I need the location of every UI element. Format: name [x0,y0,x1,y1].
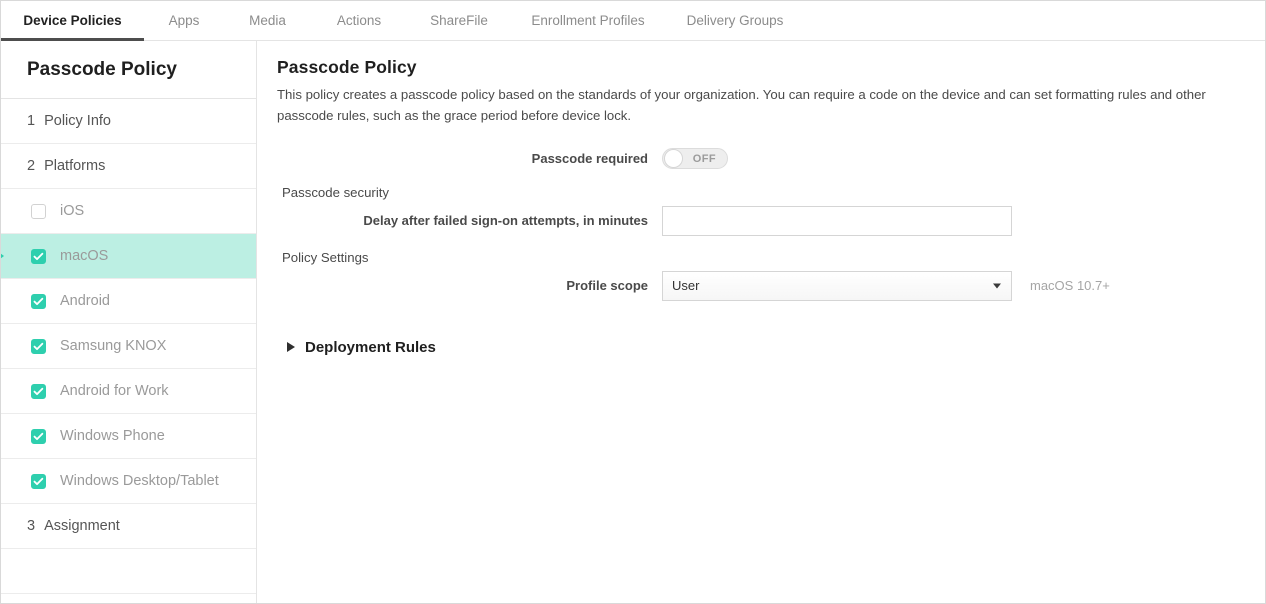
deployment-rules-label: Deployment Rules [305,339,436,356]
profile-scope-label: Profile scope [277,278,662,293]
delay-input[interactable] [662,206,1012,236]
sidebar-platform-ios[interactable]: iOS [1,189,256,234]
sidebar-platform-samsung-knox[interactable]: Samsung KNOX [1,324,256,369]
delay-field-label: Delay after failed sign-on attempts, in … [277,213,662,228]
page-title: Passcode Policy [277,57,1251,78]
main-panel: Passcode Policy This policy creates a pa… [257,41,1265,604]
sidebar-platform-android-for-work[interactable]: Android for Work [1,369,256,414]
tab-delivery-groups[interactable]: Delivery Groups [665,1,805,40]
top-tab-bar: Device PoliciesAppsMediaActionsShareFile… [1,1,1265,41]
profile-scope-hint: macOS 10.7+ [1030,278,1110,293]
tab-enrollment-profiles[interactable]: Enrollment Profiles [511,1,665,40]
delay-field-row: Delay after failed sign-on attempts, in … [277,206,1251,236]
tab-device-policies[interactable]: Device Policies [1,1,144,40]
policy-editor-window: Device PoliciesAppsMediaActionsShareFile… [0,0,1266,604]
step-label: Assignment [44,518,120,534]
sidebar-platform-macos[interactable]: macOS [1,234,256,279]
step-label: Platforms [44,158,105,174]
sidebar-spacer-row [1,549,256,594]
policy-sidebar: Passcode Policy 1 Policy Info 2 Platforms iO… [1,41,257,604]
deployment-rules-toggle[interactable]: Deployment Rules [287,339,487,356]
policy-settings-heading: Policy Settings [282,250,1251,265]
checkbox-checked-icon[interactable] [31,429,46,444]
tab-sharefile[interactable]: ShareFile [407,1,511,40]
platform-label: Android [60,293,110,309]
sidebar-step-platforms[interactable]: 2 Platforms [1,144,256,189]
passcode-required-toggle[interactable]: OFF [662,148,728,169]
checkbox-checked-icon[interactable] [31,339,46,354]
content-area: Passcode Policy 1 Policy Info 2 Platforms iO… [1,41,1265,604]
tab-media[interactable]: Media [224,1,311,40]
page-description: This policy creates a passcode policy ba… [277,84,1251,127]
checkbox-checked-icon[interactable] [31,474,46,489]
platform-label: Windows Desktop/Tablet [60,473,219,489]
toggle-knob [664,149,683,168]
platform-label: Windows Phone [60,428,165,444]
checkbox-checked-icon[interactable] [31,384,46,399]
sidebar-nav-list: 1 Policy Info 2 Platforms iOS macOS Android Sam… [1,99,256,594]
checkbox-checked-icon[interactable] [31,249,46,264]
step-label: Policy Info [44,113,111,129]
sidebar-step-assignment[interactable]: 3 Assignment [1,504,256,549]
step-number: 3 [27,518,35,534]
checkbox-checked-icon[interactable] [31,294,46,309]
sidebar-platform-windows-desktop-tablet[interactable]: Windows Desktop/Tablet [1,459,256,504]
passcode-required-row: Passcode required OFF [277,141,1251,177]
sidebar-title: Passcode Policy [1,41,256,99]
platform-label: iOS [60,203,84,219]
profile-scope-select[interactable]: User [662,271,1012,301]
profile-scope-select-wrap: User [662,271,1012,301]
step-number: 2 [27,158,35,174]
passcode-required-label: Passcode required [277,151,662,166]
platform-label: Android for Work [60,383,169,399]
sidebar-platform-android[interactable]: Android [1,279,256,324]
platform-label: macOS [60,248,108,264]
checkbox-unchecked-icon[interactable] [31,204,46,219]
platform-label: Samsung KNOX [60,338,166,354]
profile-scope-value: User [672,278,699,293]
tab-apps[interactable]: Apps [144,1,224,40]
triangle-right-icon [287,342,295,352]
tab-actions[interactable]: Actions [311,1,407,40]
toggle-state-label: OFF [693,153,716,165]
sidebar-platform-windows-phone[interactable]: Windows Phone [1,414,256,459]
passcode-security-heading: Passcode security [282,185,1251,200]
profile-scope-row: Profile scope User macOS 10.7+ [277,271,1251,301]
sidebar-step-policy-info[interactable]: 1 Policy Info [1,99,256,144]
step-number: 1 [27,113,35,129]
